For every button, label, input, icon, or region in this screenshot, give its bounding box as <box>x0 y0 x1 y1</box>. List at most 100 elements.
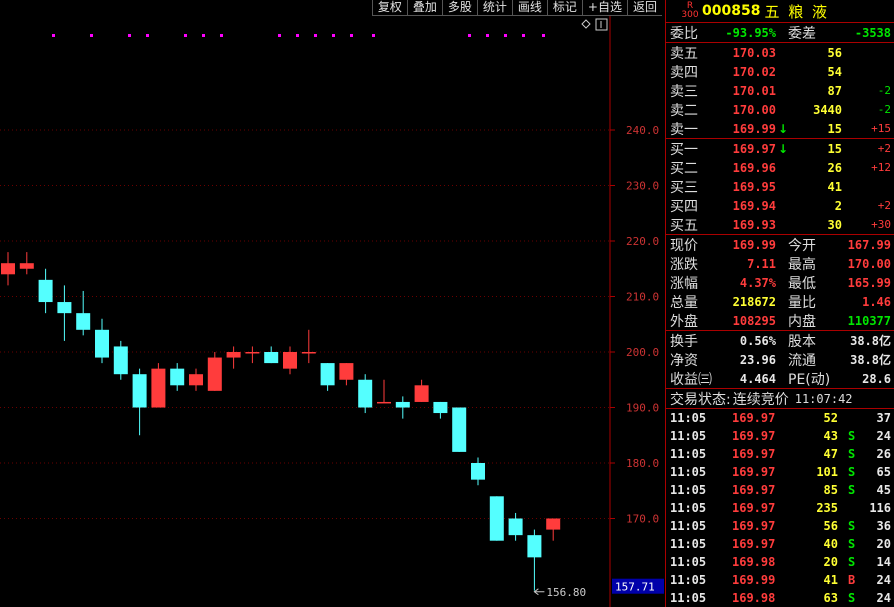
tick-row-3[interactable]: 11:05 169.97 101 S 65 <box>666 463 894 481</box>
candle-body-27 <box>508 518 523 536</box>
tick-price: 169.97 <box>732 465 776 479</box>
sells-price: 169.99 <box>732 121 776 136</box>
signal-dot-4 <box>184 34 187 37</box>
signal-dot-17 <box>542 34 545 37</box>
quote-row-1: 涨跌 7.11 最高 170.00 <box>666 254 894 273</box>
quote-label: 总量 <box>670 294 698 311</box>
signal-dot-14 <box>486 34 489 37</box>
tick-price: 169.98 <box>732 555 776 569</box>
sells-row-4[interactable]: 卖一 169.99 ↓ 15 +15 <box>666 119 894 138</box>
fund-value: 23.96 <box>739 352 776 367</box>
y-tick-label-7: 170.0 <box>626 513 659 526</box>
signal-dot-9 <box>314 34 317 37</box>
tick-side: S <box>848 465 856 479</box>
sells-row-3[interactable]: 卖二 170.00 3440 -2 <box>666 100 894 119</box>
signal-dot-5 <box>202 34 205 37</box>
buys-volume: 26 <box>827 160 842 175</box>
y-tick-label-3: 210.0 <box>626 291 659 304</box>
sells-change: -2 <box>877 103 891 116</box>
tick-count: 37 <box>876 411 891 425</box>
tick-volume: 43 <box>823 429 838 443</box>
sells-row-1[interactable]: 卖四 170.02 54 <box>666 62 894 81</box>
candle-body-4 <box>76 313 91 330</box>
kline-chart-area[interactable]: 复权 叠加 多股 统计 画线 标记 +自选 返回 240.0 230.0 220.0 210.0 20… <box>0 0 664 607</box>
tick-row-8[interactable]: 11:05 169.98 20 S 14 <box>666 553 894 571</box>
quote-value: 218672 <box>732 294 776 309</box>
buys-volume: 30 <box>827 217 842 232</box>
quote-row-4: 外盘 108295 内盘 110377 <box>666 311 894 330</box>
sells-volume: 87 <box>827 83 842 98</box>
fund-row-2: 收益㈢ 4.464 PE(动) 28.6 <box>666 369 894 388</box>
quote-value: 4.37% <box>739 275 776 290</box>
buys-row-4[interactable]: 买五 169.93 30 +30 <box>666 215 894 234</box>
tick-count: 45 <box>876 483 891 497</box>
buys-label: 买二 <box>670 160 698 177</box>
buys-volume: 2 <box>834 198 842 213</box>
tick-row-1[interactable]: 11:05 169.97 43 S 24 <box>666 427 894 445</box>
tick-side: S <box>848 519 856 533</box>
stock-code: 000858 <box>702 3 761 19</box>
quote-value: 7.11 <box>747 256 776 271</box>
tick-volume: 63 <box>823 591 838 605</box>
tick-side: S <box>848 483 856 497</box>
candle-body-11 <box>207 357 222 391</box>
candlestick-chart[interactable]: 240.0 230.0 220.0 210.0 200.0 190.0 180.0 170.0… <box>0 0 664 607</box>
weibi-label: 委比 <box>670 25 698 42</box>
sells-label: 卖二 <box>670 102 698 119</box>
weidiff-value: -3538 <box>854 25 891 40</box>
tick-time: 11:05 <box>670 591 707 605</box>
sells-price: 170.03 <box>732 45 776 60</box>
candle-body-3 <box>57 302 72 314</box>
tick-row-2[interactable]: 11:05 169.97 47 S 26 <box>666 445 894 463</box>
candle-body-1 <box>19 263 34 269</box>
quote-row-2: 涨幅 4.37% 最低 165.99 <box>666 273 894 292</box>
fund-value-2: 28.6 <box>862 371 891 386</box>
sells-price: 170.00 <box>732 102 776 117</box>
weidiff-label: 委差 <box>788 25 816 42</box>
sell-orders: 卖五 170.03 56 卖四 170.02 54 卖三 170.01 87 -2 卖二 170.00… <box>666 43 894 139</box>
tick-row-9[interactable]: 11:05 169.99 41 B 24 <box>666 571 894 589</box>
candle-body-0 <box>1 263 15 275</box>
sells-change: -2 <box>877 84 891 97</box>
tick-row-4[interactable]: 11:05 169.97 85 S 45 <box>666 481 894 499</box>
signal-dot-1 <box>90 34 93 37</box>
tick-list[interactable]: 11:05 169.97 52 37 11:05 169.97 43 S 24 11:05 169.… <box>666 409 894 607</box>
sells-price: 170.01 <box>732 83 776 98</box>
buys-row-3[interactable]: 买四 169.94 2 +2 <box>666 196 894 215</box>
tick-price: 169.99 <box>732 573 776 587</box>
tick-row-6[interactable]: 11:05 169.97 56 S 36 <box>666 517 894 535</box>
tick-row-7[interactable]: 11:05 169.97 40 S 20 <box>666 535 894 553</box>
tick-row-5[interactable]: 11:05 169.97 235 116 <box>666 499 894 517</box>
candle-body-18 <box>339 363 354 380</box>
quote-value: 108295 <box>732 313 776 328</box>
tick-row-0[interactable]: 11:05 169.97 52 37 <box>666 409 894 427</box>
tick-price: 169.97 <box>732 447 776 461</box>
sells-row-0[interactable]: 卖五 170.03 56 <box>666 43 894 62</box>
sells-row-2[interactable]: 卖三 170.01 87 -2 <box>666 81 894 100</box>
tick-time: 11:05 <box>670 465 707 479</box>
tick-row-10[interactable]: 11:05 169.98 63 S 24 <box>666 589 894 607</box>
signal-dot-3 <box>146 34 149 37</box>
buy-orders: 买一 169.97 ↓ 15 +2 买二 169.96 26 +12 买三 169.95 41 买四 16… <box>666 139 894 235</box>
buys-price: 169.97 <box>732 141 776 156</box>
tick-price: 169.97 <box>732 501 776 515</box>
buys-row-0[interactable]: 买一 169.97 ↓ 15 +2 <box>666 139 894 158</box>
tick-time: 11:05 <box>670 573 707 587</box>
sells-volume: 56 <box>827 45 842 60</box>
tick-side: S <box>848 591 856 605</box>
tick-count: 116 <box>869 501 891 515</box>
buys-row-2[interactable]: 买三 169.95 41 <box>666 177 894 196</box>
buys-price: 169.96 <box>732 160 776 175</box>
candle-body-12 <box>226 352 241 358</box>
signal-dot-11 <box>350 34 353 37</box>
fund-value-2: 38.8亿 <box>850 334 891 348</box>
tick-count: 36 <box>876 519 891 533</box>
buys-row-1[interactable]: 买二 169.96 26 +12 <box>666 158 894 177</box>
trade-status-value: 连续竞价 <box>732 391 789 408</box>
quote-row-0: 现价 169.99 今开 167.99 <box>666 235 894 254</box>
candle-body-7 <box>132 374 147 408</box>
diamond-icon <box>581 19 591 29</box>
fund-value: 4.464 <box>739 371 776 386</box>
sells-volume: 15 <box>827 121 842 136</box>
tick-price: 169.97 <box>732 519 776 533</box>
